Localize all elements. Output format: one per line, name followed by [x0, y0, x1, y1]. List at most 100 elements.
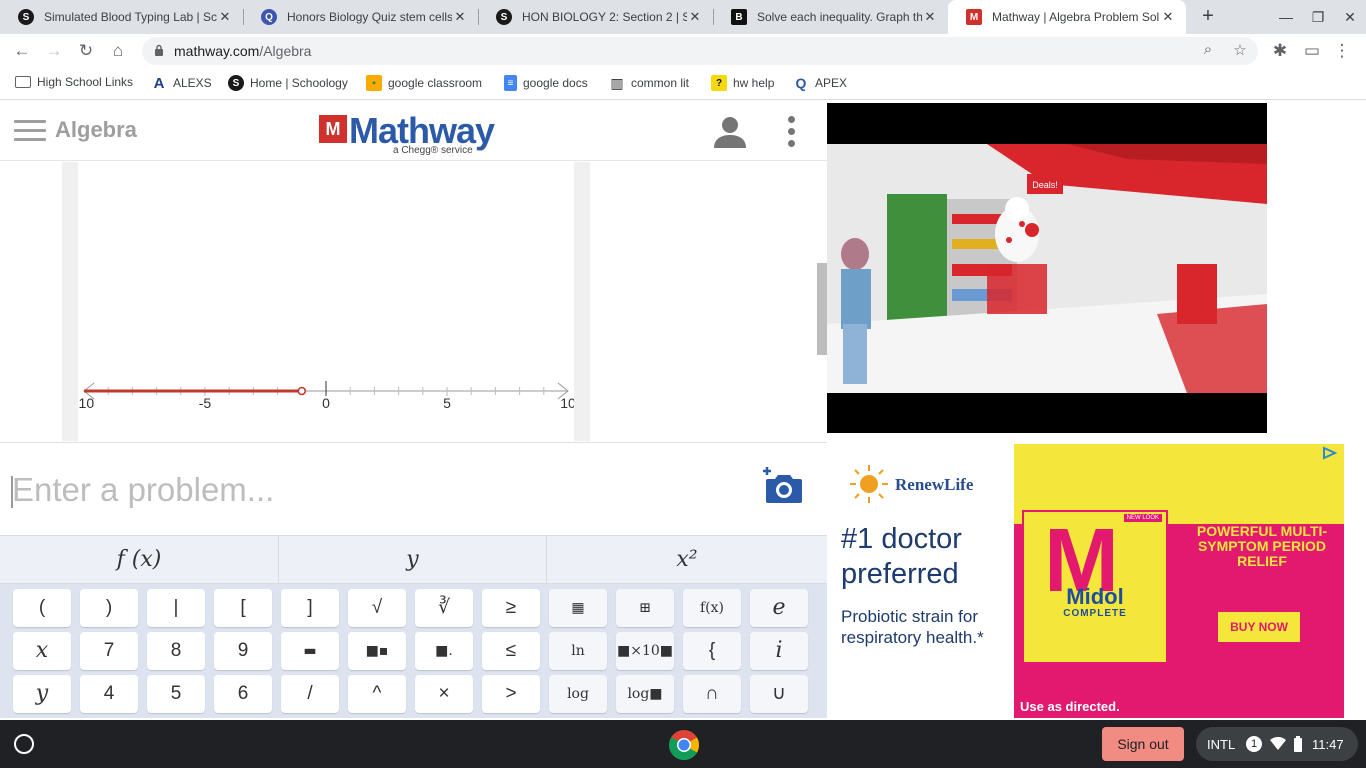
tab-variable-y[interactable]: y [279, 536, 547, 584]
reload-icon[interactable]: ↻ [74, 39, 98, 63]
tab-hon-biology-section[interactable]: S HON BIOLOGY 2: Section 2 | Sch ✕ [478, 0, 713, 34]
keypad-key[interactable]: ≤ [482, 632, 540, 670]
keypad-key[interactable]: { [683, 632, 741, 670]
keypad-key[interactable]: × [415, 675, 473, 713]
keypad-key[interactable]: > [482, 675, 540, 713]
tab-exponent[interactable]: x² [547, 536, 827, 584]
zoom-icon[interactable]: ⌕ [1198, 41, 1218, 61]
keypad-key[interactable]: ] [281, 589, 339, 627]
keypad-key[interactable]: ≥ [482, 589, 540, 627]
hamburger-menu-icon[interactable] [14, 120, 46, 142]
adchoices-icon[interactable] [1322, 446, 1338, 460]
keypad-key[interactable]: log■ [616, 675, 674, 713]
video-ad[interactable]: Deals! [827, 103, 1267, 433]
user-account-icon[interactable] [712, 114, 748, 150]
launcher-icon[interactable] [14, 734, 34, 754]
browser-toolbar: ← → ↻ ⌂ mathway.com/Algebra ⌕ ☆ ✱ ▭ ⋮ [0, 34, 1366, 68]
keyboard-tabs: f (x) y x² [0, 535, 827, 584]
problem-input-row[interactable]: Enter a problem... [0, 442, 827, 535]
buy-now-button[interactable]: BUY NOW [1218, 612, 1300, 642]
keypad-key[interactable]: | [147, 589, 205, 627]
math-keypad: () |[] √ ∛ ≥ ▦ ⊞ f(x) e x 7 8 9 ▬ ■▪ ■. ≤ ln ■×10■{i y 4 5 6/^… [0, 584, 827, 718]
keypad-key[interactable]: ∪ [750, 675, 808, 713]
extensions-icon[interactable]: ✱ [1268, 39, 1292, 63]
chromeos-shelf: Sign out INTL 1 11:47 [0, 720, 1366, 768]
keypad-key[interactable]: ( [13, 589, 71, 627]
window-close-icon[interactable]: ✕ [1334, 0, 1366, 34]
forward-icon[interactable]: → [42, 39, 66, 63]
tick-label: 5 [443, 395, 451, 411]
minimize-icon[interactable]: — [1270, 0, 1302, 34]
close-icon[interactable]: ✕ [687, 9, 703, 25]
keypad-key[interactable]: 6 [214, 675, 272, 713]
bookmark-google-classroom[interactable]: ▪ google classroom [366, 75, 482, 91]
problem-input[interactable]: Enter a problem... [12, 471, 274, 509]
close-icon[interactable]: ✕ [452, 9, 468, 25]
keypad-key[interactable]: 5 [147, 675, 205, 713]
keypad-key[interactable]: 8 [147, 632, 205, 670]
tick-label: -5 [199, 395, 212, 411]
tab-solve-inequality[interactable]: B Solve each inequality. Graph the ✕ [713, 0, 948, 34]
tab-blood-typing-lab[interactable]: S Simulated Blood Typing Lab | Sc ✕ [0, 0, 243, 34]
wifi-icon [1270, 737, 1286, 750]
keypad-key[interactable]: ■▪ [348, 632, 406, 670]
mathway-logo[interactable]: M Mathway a Chegg® service [319, 110, 509, 158]
bookmark-hw-help[interactable]: ? hw help [711, 75, 774, 91]
keypad-key[interactable]: ) [80, 589, 138, 627]
bookmark-google-docs[interactable]: ≡ google docs [504, 75, 588, 91]
keypad-key[interactable]: ⊞ [616, 589, 674, 627]
address-bar[interactable]: mathway.com/Algebra ⌕ ☆ [142, 37, 1258, 65]
close-icon[interactable]: ✕ [1160, 9, 1176, 25]
bookmark-apex[interactable]: Q APEX [793, 75, 847, 91]
close-icon[interactable]: ✕ [217, 9, 233, 25]
keypad-key[interactable]: log [549, 675, 607, 713]
keypad-key[interactable]: i [750, 632, 808, 670]
keypad-key[interactable]: ■×10■ [616, 632, 674, 670]
keypad-key[interactable]: 4 [80, 675, 138, 713]
keypad-key[interactable]: ■. [415, 632, 473, 670]
mathway-header: Algebra M Mathway a Chegg® service [0, 101, 827, 161]
camera-icon[interactable] [760, 465, 804, 505]
keypad-key[interactable]: 9 [214, 632, 272, 670]
more-options-icon[interactable] [788, 116, 798, 150]
keypad-key[interactable]: ∩ [683, 675, 741, 713]
bookmark-common-lit[interactable]: ▥ common lit [609, 75, 689, 91]
keypad-key[interactable]: ▦ [549, 589, 607, 627]
keypad-key[interactable]: / [281, 675, 339, 713]
keypad-key[interactable]: ln [549, 632, 607, 670]
restore-icon[interactable]: ❐ [1302, 0, 1334, 34]
bookmark-star-icon[interactable]: ☆ [1230, 41, 1250, 61]
scrollbar-thumb[interactable] [817, 263, 827, 355]
close-icon[interactable]: ✕ [922, 9, 938, 25]
new-look-badge: NEW LOOK [1123, 514, 1162, 522]
url-host: mathway.com [174, 43, 260, 59]
keypad-key[interactable]: √ [348, 589, 406, 627]
mathway-icon: M [966, 9, 982, 25]
chrome-icon[interactable] [668, 729, 700, 761]
bookmark-home-schoology[interactable]: S Home | Schoology [228, 75, 348, 91]
home-icon[interactable]: ⌂ [106, 39, 130, 63]
new-tab-button[interactable]: + [1196, 5, 1220, 29]
bookmark-high-school-links[interactable]: High School Links [15, 75, 133, 89]
keypad-key[interactable]: y [13, 675, 71, 713]
renewlife-ad[interactable]: RenewLife #1 doctor preferred Probiotic … [827, 444, 1003, 718]
midol-ad[interactable]: NEW LOOK M Midol COMPLETE POWERFUL MULTI… [1014, 444, 1344, 718]
tab-honors-biology-quiz[interactable]: Q Honors Biology Quiz stem cells ✕ [243, 0, 478, 34]
status-tray[interactable]: INTL 1 11:47 [1196, 727, 1358, 761]
keypad-key[interactable]: ▬ [281, 632, 339, 670]
keypad-key[interactable]: e [750, 589, 808, 627]
cast-icon[interactable]: ▭ [1300, 39, 1324, 63]
tab-function[interactable]: f (x) [0, 536, 279, 584]
keypad-key[interactable]: ^ [348, 675, 406, 713]
keypad-key[interactable]: ∛ [415, 589, 473, 627]
midol-footer: Use as directed. [1020, 699, 1120, 714]
sign-out-button[interactable]: Sign out [1102, 727, 1184, 761]
back-icon[interactable]: ← [10, 39, 34, 63]
keypad-key[interactable]: f(x) [683, 589, 741, 627]
tab-mathway[interactable]: M Mathway | Algebra Problem Sol ✕ [948, 0, 1186, 34]
bookmark-alexs[interactable]: A ALEXS [151, 75, 212, 92]
keypad-key[interactable]: [ [214, 589, 272, 627]
keypad-key[interactable]: x [13, 632, 71, 670]
keypad-key[interactable]: 7 [80, 632, 138, 670]
browser-menu-icon[interactable]: ⋮ [1330, 39, 1354, 63]
